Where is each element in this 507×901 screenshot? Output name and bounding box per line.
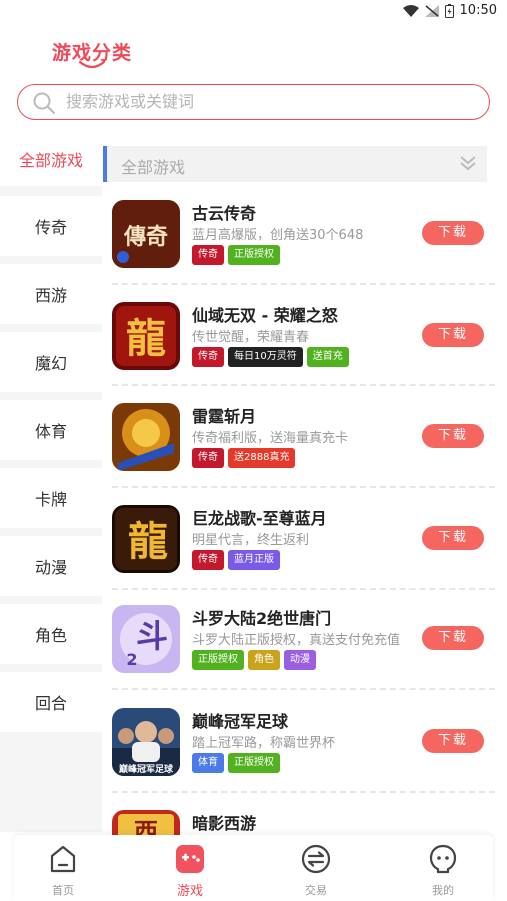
svg-text:西: 西 (134, 817, 158, 835)
game-controller-icon (176, 845, 204, 873)
divider (112, 283, 495, 285)
divider (112, 486, 495, 488)
game-name: 斗罗大陆2绝世唐门 (192, 609, 332, 628)
svg-text:傳奇: 傳奇 (123, 224, 168, 250)
game-name: 古云传奇 (192, 204, 257, 223)
tag: 送首充 (306, 347, 349, 367)
tag: 正版授权 (228, 245, 280, 265)
game-icon: 巅峰冠军足球 (112, 708, 180, 776)
tag: 送2888真充 (228, 448, 296, 468)
download-button[interactable]: 下载 (422, 729, 484, 753)
status-icons: 10:50 (402, 3, 497, 18)
tag: 体育 (192, 753, 224, 773)
tag: 传奇 (192, 347, 224, 367)
nav-games[interactable]: 游戏 (150, 841, 230, 899)
game-icon: 龍 (112, 505, 180, 573)
title-underline-smile (78, 60, 106, 69)
download-button[interactable]: 下载 (422, 526, 484, 550)
divider (112, 791, 495, 793)
game-name: 暗影西游 (192, 814, 257, 833)
wifi-icon (402, 4, 419, 17)
game-tags: 传奇 每日10万灵符 送首充 (192, 347, 349, 367)
category-sidebar: 全部游戏 传奇 西游 魔幻 体育 卡牌 动漫 角色 回合 (0, 132, 102, 832)
sidebar-item-journey-west[interactable]: 西游 (0, 264, 102, 324)
game-tags: 传奇 送2888真充 (192, 448, 296, 468)
nav-home[interactable]: 首页 (23, 841, 103, 897)
tag: 动漫 (284, 650, 316, 670)
svg-text:龍: 龍 (128, 518, 168, 565)
game-tags: 传奇 正版授权 (192, 245, 280, 265)
filter-label: 全部游戏 (121, 158, 186, 177)
sidebar-item-rpg[interactable]: 角色 (0, 604, 102, 664)
download-button[interactable]: 下载 (422, 323, 484, 347)
sidebar-item-cards[interactable]: 卡牌 (0, 468, 102, 528)
game-item[interactable]: 巅峰冠军足球 巅峰冠军足球 踏上冠军路，称霸世界杯 体育 正版授权 下载 (112, 708, 495, 808)
search-input[interactable] (66, 85, 466, 118)
nav-profile[interactable]: 我的 (403, 841, 483, 897)
tag: 传奇 (192, 550, 224, 570)
sidebar-item-legend[interactable]: 传奇 (0, 196, 102, 256)
download-button[interactable]: 下载 (422, 424, 484, 448)
no-signal-icon (424, 4, 439, 17)
game-item[interactable]: 龍 巨龙战歌-至尊蓝月 明星代言，终生返利 传奇 蓝月正版 下载 (112, 505, 495, 605)
tag: 正版授权 (228, 753, 280, 773)
filter-dropdown[interactable]: 全部游戏 (103, 146, 487, 182)
exchange-icon (301, 844, 331, 874)
game-item[interactable]: 龍 仙域无双 - 荣耀之怒 传世觉醒，荣耀青春 传奇 每日10万灵符 送首充 下… (112, 302, 495, 402)
tag: 蓝月正版 (228, 550, 280, 570)
svg-text:斗: 斗 (136, 617, 168, 655)
double-chevron-down-icon (460, 156, 476, 171)
game-item[interactable]: 斗2 斗罗大陆2绝世唐门 斗罗大陆正版授权，真送支付免充值 正版授权 角色 动漫… (112, 605, 495, 705)
divider (112, 688, 495, 690)
game-name: 仙域无双 - 荣耀之怒 (192, 306, 338, 325)
game-icon: 傳奇 (112, 200, 180, 268)
game-item[interactable]: 西 暗影西游 (112, 810, 495, 835)
sidebar-item-sports[interactable]: 体育 (0, 400, 102, 460)
download-button[interactable]: 下载 (422, 626, 484, 650)
bottom-navigation: 首页 游戏 交易 我的 (14, 835, 493, 901)
divider (112, 384, 495, 386)
svg-text:巅峰冠军足球: 巅峰冠军足球 (118, 763, 174, 775)
game-name: 雷霆斩月 (192, 407, 257, 426)
game-name: 巨龙战歌-至尊蓝月 (192, 509, 327, 528)
sidebar-item-all-games[interactable]: 全部游戏 (0, 132, 102, 186)
game-item[interactable]: 雷霆斩月 传奇福利版，送海量真充卡 传奇 送2888真充 下载 (112, 403, 495, 503)
tag: 传奇 (192, 245, 224, 265)
game-description: 踏上冠军路，称霸世界杯 (192, 736, 336, 751)
download-button[interactable]: 下载 (422, 221, 484, 245)
game-item[interactable]: 傳奇 古云传奇 蓝月高爆版，创角送30个648 传奇 正版授权 下载 (112, 200, 495, 300)
tag: 正版授权 (192, 650, 244, 670)
nav-trade[interactable]: 交易 (276, 841, 356, 897)
battery-icon (444, 3, 454, 18)
svg-text:龍: 龍 (126, 315, 166, 362)
profile-icon (429, 844, 457, 874)
game-icon: 西 (112, 810, 180, 835)
game-name: 巅峰冠军足球 (192, 712, 289, 731)
status-bar: 10:50 (0, 0, 507, 24)
search-icon (33, 92, 56, 115)
game-tags: 传奇 蓝月正版 (192, 550, 280, 570)
svg-text:2: 2 (126, 650, 137, 669)
game-tags: 正版授权 角色 动漫 (192, 650, 316, 670)
status-time: 10:50 (459, 3, 497, 18)
sidebar-item-turn-based[interactable]: 回合 (0, 672, 102, 732)
search-bar[interactable] (17, 84, 490, 120)
game-icon: 斗2 (112, 605, 180, 673)
sidebar-item-fantasy[interactable]: 魔幻 (0, 332, 102, 392)
divider (112, 588, 495, 590)
game-tags: 体育 正版授权 (192, 753, 280, 773)
sidebar-item-anime[interactable]: 动漫 (0, 536, 102, 596)
game-description: 斗罗大陆正版授权，真送支付免充值 (192, 633, 401, 648)
game-description: 传奇福利版，送海量真充卡 (192, 431, 349, 446)
game-description: 蓝月高爆版，创角送30个648 (192, 228, 364, 243)
game-description: 明星代言，终生返利 (192, 533, 310, 548)
tag: 角色 (248, 650, 280, 670)
game-description: 传世觉醒，荣耀青春 (192, 330, 310, 345)
tag: 传奇 (192, 448, 224, 468)
home-icon (50, 845, 76, 873)
tag: 每日10万灵符 (228, 347, 303, 367)
game-icon (112, 403, 180, 471)
game-icon: 龍 (112, 302, 180, 370)
